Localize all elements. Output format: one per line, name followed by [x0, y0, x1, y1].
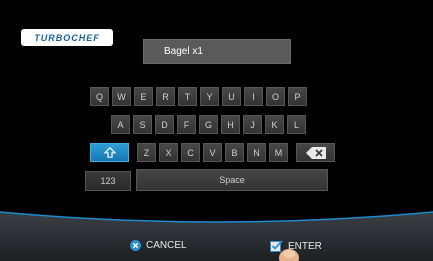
- key-label: Z: [143, 147, 150, 158]
- key-label: G: [204, 119, 212, 130]
- key-label: T: [184, 91, 191, 102]
- cancel-label: CANCEL: [146, 240, 187, 251]
- key-a[interactable]: A: [111, 115, 130, 134]
- key-label: P: [294, 91, 301, 102]
- space-key[interactable]: Space: [136, 169, 328, 191]
- key-label: M: [274, 147, 283, 158]
- key-label: X: [165, 147, 172, 158]
- key-label: C: [187, 147, 194, 158]
- key-label: R: [162, 91, 169, 102]
- key-q[interactable]: Q: [90, 87, 109, 106]
- turbochef-logo: TURBOCHEF: [21, 29, 113, 46]
- key-label: Space: [219, 175, 245, 185]
- shift-key[interactable]: [90, 143, 129, 162]
- key-l[interactable]: L: [287, 115, 306, 134]
- key-label: B: [231, 147, 238, 158]
- footer-bar: [0, 200, 433, 261]
- key-y[interactable]: Y: [200, 87, 219, 106]
- key-label: F: [183, 119, 190, 130]
- key-x[interactable]: X: [159, 143, 178, 162]
- key-label: H: [227, 119, 234, 130]
- key-label: D: [161, 119, 168, 130]
- key-f[interactable]: F: [177, 115, 196, 134]
- numbers-key[interactable]: 123: [85, 171, 131, 191]
- backspace-key[interactable]: [296, 143, 335, 162]
- key-label: L: [293, 119, 299, 130]
- key-t[interactable]: T: [178, 87, 197, 106]
- key-c[interactable]: C: [181, 143, 200, 162]
- footer-wave-decoration: [0, 211, 433, 261]
- key-r[interactable]: R: [156, 87, 175, 106]
- key-z[interactable]: Z: [137, 143, 156, 162]
- key-m[interactable]: M: [269, 143, 288, 162]
- key-label: E: [140, 91, 147, 102]
- key-h[interactable]: H: [221, 115, 240, 134]
- key-label: U: [228, 91, 235, 102]
- key-g[interactable]: G: [199, 115, 218, 134]
- cancel-button[interactable]: CANCEL: [130, 240, 187, 251]
- key-b[interactable]: B: [225, 143, 244, 162]
- key-label: V: [209, 147, 216, 158]
- key-v[interactable]: V: [203, 143, 222, 162]
- finger-touch-icon: [279, 249, 299, 261]
- key-label: O: [271, 91, 279, 102]
- key-label: 123: [100, 176, 116, 186]
- key-p[interactable]: P: [288, 87, 307, 106]
- keyboard-screen: TURBOCHEF Bagel x1 Q W E R T Y U I O P A S D F G H J K L Z X…: [0, 0, 433, 261]
- key-i[interactable]: I: [244, 87, 263, 106]
- key-label: K: [271, 119, 278, 130]
- key-label: A: [117, 119, 124, 130]
- logo-text: TURBOCHEF: [34, 32, 100, 43]
- key-label: Q: [95, 91, 103, 102]
- key-w[interactable]: W: [112, 87, 131, 106]
- backspace-icon: [305, 146, 326, 159]
- key-o[interactable]: O: [266, 87, 285, 106]
- key-e[interactable]: E: [134, 87, 153, 106]
- key-d[interactable]: D: [155, 115, 174, 134]
- key-j[interactable]: J: [243, 115, 262, 134]
- key-label: I: [252, 91, 255, 102]
- shift-arrow-icon: [103, 147, 116, 158]
- key-label: S: [139, 119, 146, 130]
- key-k[interactable]: K: [265, 115, 284, 134]
- key-s[interactable]: S: [133, 115, 152, 134]
- key-label: W: [117, 91, 126, 102]
- text-entry-field[interactable]: Bagel x1: [143, 39, 291, 64]
- close-circle-icon: [130, 240, 141, 251]
- key-label: J: [250, 119, 255, 130]
- key-u[interactable]: U: [222, 87, 241, 106]
- key-n[interactable]: N: [247, 143, 266, 162]
- key-label: N: [253, 147, 260, 158]
- key-label: Y: [206, 91, 213, 102]
